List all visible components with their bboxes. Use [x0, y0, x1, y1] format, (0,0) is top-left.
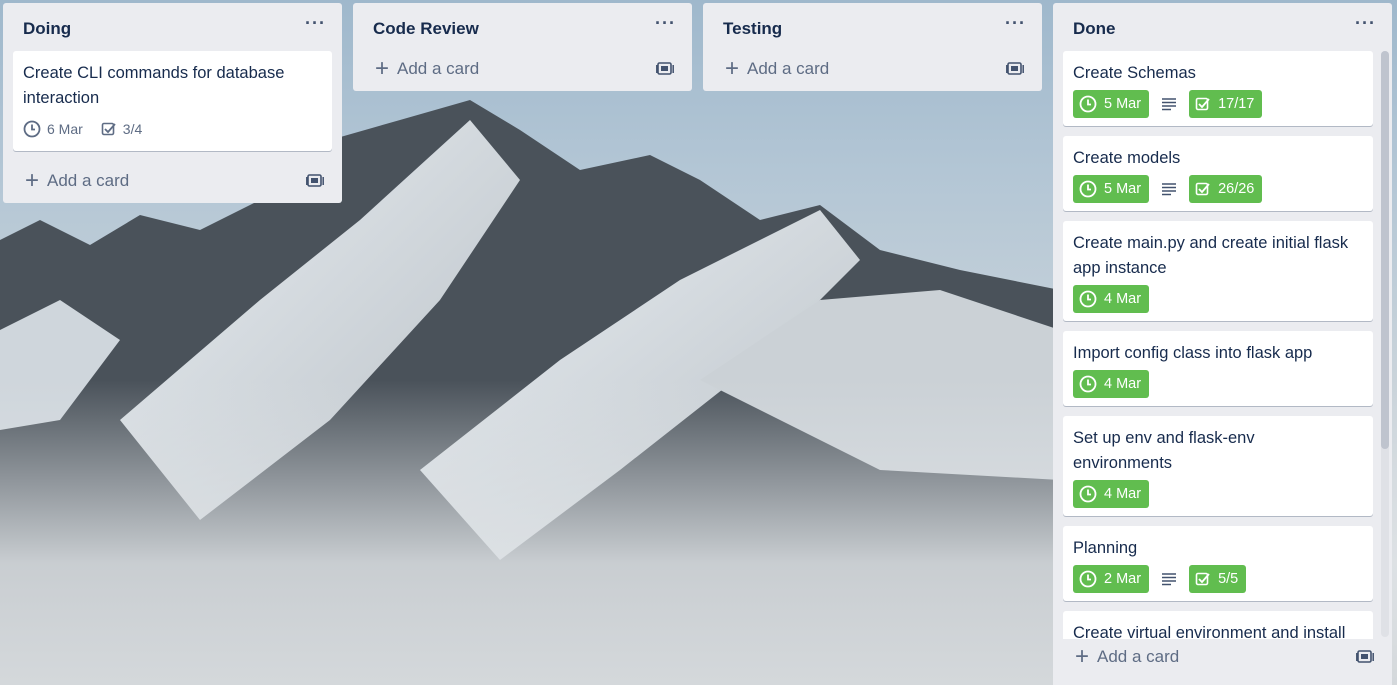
due-date-text: 5 Mar — [1104, 181, 1142, 197]
card[interactable]: Import config class into flask app 4 Mar — [1063, 331, 1373, 406]
card-title: Create CLI commands for database interac… — [23, 64, 285, 107]
card-template-icon[interactable] — [656, 61, 674, 82]
card[interactable]: Create main.py and create initial flask … — [1063, 221, 1373, 321]
card-badges: 4 Mar — [1073, 480, 1363, 508]
due-date-text: 6 Mar — [47, 121, 83, 137]
card-title: Set up env and flask-env environments — [1073, 429, 1255, 472]
add-card-button[interactable]: + Add a card — [703, 47, 1042, 91]
card-template-icon[interactable] — [1356, 649, 1374, 670]
card-badges: 2 Mar 5/5 — [1073, 565, 1363, 593]
clock-icon — [1079, 95, 1097, 113]
list-testing: Testing ··· + Add a card — [703, 3, 1042, 91]
card-title: Import config class into flask app — [1073, 344, 1313, 362]
list-header: Code Review ··· — [353, 3, 692, 51]
list-menu-icon[interactable]: ··· — [1355, 13, 1376, 33]
plus-icon: + — [25, 167, 40, 194]
due-date-badge: 5 Mar — [1073, 90, 1150, 118]
card-template-icon[interactable] — [1006, 61, 1024, 82]
list-menu-icon[interactable]: ··· — [655, 13, 676, 33]
card-title: Create models — [1073, 149, 1181, 167]
list-code-review: Code Review ··· + Add a card — [353, 3, 692, 91]
add-card-label: Add a card — [1097, 647, 1180, 666]
card[interactable]: Create Schemas 5 Mar 17/17 — [1063, 51, 1373, 126]
card-badges: 6 Mar 3/4 — [23, 115, 322, 143]
plus-icon: + — [375, 55, 390, 82]
due-date-text: 4 Mar — [1104, 376, 1142, 392]
clock-icon — [1079, 180, 1097, 198]
card-badges: 5 Mar 26/26 — [1073, 175, 1363, 203]
plus-icon: + — [725, 55, 740, 82]
list-header: Done ··· — [1053, 3, 1392, 51]
list-doing: Doing ··· Create CLI commands for databa… — [3, 3, 342, 203]
list-menu-icon[interactable]: ··· — [305, 13, 326, 33]
clock-icon — [1079, 375, 1097, 393]
due-date-text: 5 Mar — [1104, 96, 1142, 112]
card-title: Create Schemas — [1073, 64, 1196, 82]
card[interactable]: Set up env and flask-env environments 4 … — [1063, 416, 1373, 516]
list-menu-icon[interactable]: ··· — [1005, 13, 1026, 33]
checkbox-icon — [1195, 572, 1210, 586]
clock-icon — [1079, 570, 1097, 588]
due-date-badge: 5 Mar — [1073, 175, 1150, 203]
add-card-label: Add a card — [397, 59, 480, 78]
checkbox-icon — [1195, 182, 1210, 196]
card-badges: 4 Mar — [1073, 370, 1363, 398]
checklist-badge: 5/5 — [1189, 565, 1247, 593]
list-title: Doing — [23, 19, 72, 38]
description-icon — [1161, 572, 1177, 586]
checklist-count: 26/26 — [1218, 181, 1255, 197]
card-template-icon[interactable] — [306, 173, 324, 194]
card[interactable]: Planning 2 Mar 5/5 — [1063, 526, 1373, 601]
list-title: Testing — [723, 19, 783, 38]
card-title: Create main.py and create initial flask … — [1073, 234, 1349, 277]
checklist-count: 5/5 — [1218, 571, 1239, 587]
due-date-badge: 4 Mar — [1073, 480, 1150, 508]
checklist-count: 17/17 — [1218, 96, 1255, 112]
list-header: Doing ··· — [3, 3, 342, 51]
clock-icon — [1079, 485, 1097, 503]
due-date-badge: 4 Mar — [1073, 285, 1150, 313]
list-header: Testing ··· — [703, 3, 1042, 51]
plus-icon: + — [1075, 643, 1090, 670]
checklist-badge: 26/26 — [1189, 175, 1263, 203]
due-date-badge: 4 Mar — [1073, 370, 1150, 398]
checkbox-icon — [1195, 97, 1210, 111]
due-date-badge: 2 Mar — [1073, 565, 1150, 593]
checklist-badge: 17/17 — [1189, 90, 1263, 118]
description-icon — [1161, 97, 1177, 111]
checkbox-icon — [101, 122, 116, 136]
due-date-text: 4 Mar — [1104, 291, 1142, 307]
clock-icon — [1079, 290, 1097, 308]
due-date-text: 4 Mar — [1104, 486, 1142, 502]
due-date-badge: 6 Mar — [23, 120, 83, 138]
add-card-button[interactable]: + Add a card — [1053, 635, 1392, 679]
add-card-label: Add a card — [747, 59, 830, 78]
card-badges: 5 Mar 17/17 — [1073, 90, 1363, 118]
card-list: Create Schemas 5 Mar 17/17 Create models — [1053, 51, 1392, 639]
checklist-count: 3/4 — [122, 121, 143, 137]
card-title: Planning — [1073, 539, 1138, 557]
list-title: Code Review — [373, 19, 479, 38]
checklist-badge: 3/4 — [101, 121, 142, 137]
card-badges: 4 Mar — [1073, 285, 1363, 313]
add-card-button[interactable]: + Add a card — [353, 47, 692, 91]
add-card-label: Add a card — [47, 171, 130, 190]
list-title: Done — [1073, 19, 1116, 38]
list-done: Done ··· Create Schemas 5 Mar 17/17 Crea… — [1053, 3, 1392, 685]
description-icon — [1161, 182, 1177, 196]
clock-icon — [23, 120, 41, 138]
card[interactable]: Create models 5 Mar 26/26 — [1063, 136, 1373, 211]
card[interactable]: Create CLI commands for database interac… — [13, 51, 332, 151]
add-card-button[interactable]: + Add a card — [3, 159, 342, 203]
due-date-text: 2 Mar — [1104, 571, 1142, 587]
